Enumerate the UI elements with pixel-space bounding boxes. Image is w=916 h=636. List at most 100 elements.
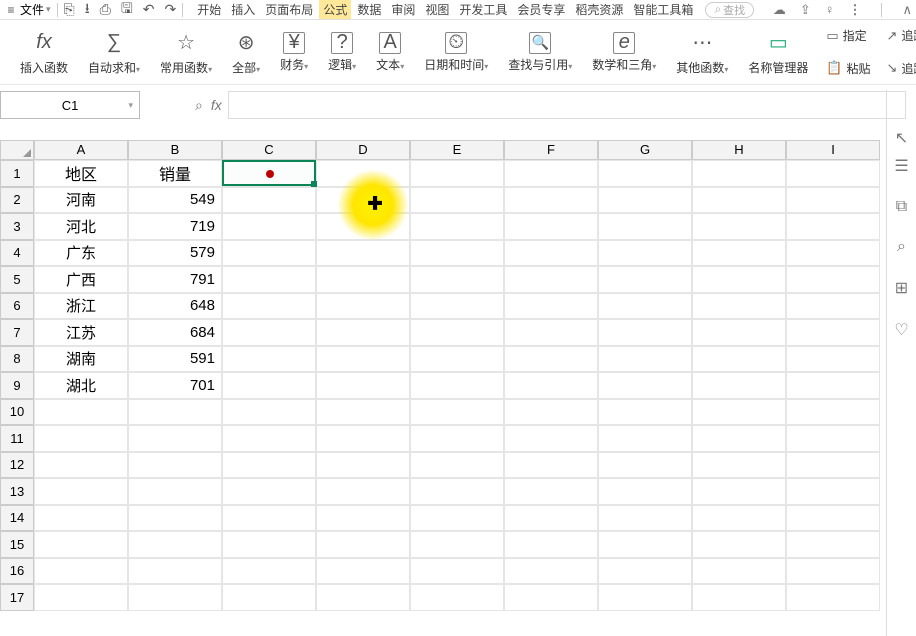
cell[interactable] — [692, 478, 786, 505]
cloud-icon[interactable]: ☁ — [773, 2, 786, 18]
cell[interactable] — [786, 372, 880, 399]
column-header[interactable]: I — [786, 140, 880, 160]
cell[interactable] — [222, 531, 316, 558]
cell[interactable] — [222, 505, 316, 532]
cell[interactable] — [692, 266, 786, 293]
specify-button[interactable]: ▭指定 — [826, 23, 870, 50]
row-header[interactable]: 11 — [0, 425, 34, 452]
cell[interactable] — [128, 478, 222, 505]
cell[interactable] — [786, 505, 880, 532]
cell[interactable] — [504, 478, 598, 505]
row-header[interactable]: 14 — [0, 505, 34, 532]
cell[interactable] — [786, 346, 880, 373]
panel-grid-icon[interactable]: ⊞ — [895, 278, 908, 298]
cell[interactable] — [786, 319, 880, 346]
redo-icon[interactable]: ↷ — [165, 1, 177, 18]
ribbon-tab[interactable]: 视图 — [421, 0, 453, 19]
cell[interactable] — [222, 452, 316, 479]
more-icon[interactable]: ⋮ — [848, 2, 861, 18]
cell[interactable] — [504, 531, 598, 558]
autosum-button[interactable]: ∑ 自动求和▾ — [78, 29, 150, 76]
name-box[interactable]: C1 — [0, 91, 140, 119]
ribbon-tab[interactable]: 数据 — [353, 0, 385, 19]
cell[interactable]: 549 — [128, 187, 222, 214]
cell[interactable]: 湖北 — [34, 372, 128, 399]
insert-function-button[interactable]: fx 插入函数 — [10, 29, 78, 76]
cell[interactable] — [692, 505, 786, 532]
cell[interactable] — [316, 505, 410, 532]
cell[interactable] — [786, 558, 880, 585]
cell[interactable] — [504, 213, 598, 240]
cell[interactable] — [34, 505, 128, 532]
fx-icon[interactable]: fx — [211, 97, 222, 113]
row-header[interactable]: 1 — [0, 160, 34, 187]
cell[interactable] — [410, 558, 504, 585]
ribbon-tab[interactable]: 智能工具箱 — [629, 0, 697, 19]
cell[interactable] — [786, 452, 880, 479]
cell[interactable] — [316, 160, 410, 187]
cell[interactable] — [598, 531, 692, 558]
cell[interactable] — [692, 584, 786, 611]
cell[interactable] — [410, 399, 504, 426]
cell[interactable] — [222, 266, 316, 293]
cell[interactable] — [222, 584, 316, 611]
panel-menu-icon[interactable]: ☰ — [894, 156, 908, 176]
cell[interactable] — [692, 372, 786, 399]
cell[interactable] — [316, 531, 410, 558]
cell[interactable] — [504, 399, 598, 426]
search-input[interactable]: 查找 — [705, 2, 754, 18]
cell[interactable] — [598, 452, 692, 479]
cell[interactable]: 579 — [128, 240, 222, 267]
row-header[interactable]: 5 — [0, 266, 34, 293]
row-header[interactable]: 15 — [0, 531, 34, 558]
cell[interactable] — [598, 160, 692, 187]
ribbon-tab[interactable]: 插入 — [227, 0, 259, 19]
cell[interactable] — [692, 399, 786, 426]
cell[interactable]: 广西 — [34, 266, 128, 293]
cell[interactable] — [34, 478, 128, 505]
cell[interactable] — [598, 425, 692, 452]
cell[interactable] — [598, 558, 692, 585]
row-header[interactable]: 9 — [0, 372, 34, 399]
column-header[interactable]: F — [504, 140, 598, 160]
file-menu-dropdown-icon[interactable]: ▾ — [46, 4, 51, 15]
cell[interactable]: 河南 — [34, 187, 128, 214]
row-header[interactable]: 10 — [0, 399, 34, 426]
cell[interactable] — [786, 266, 880, 293]
cell[interactable] — [786, 240, 880, 267]
cell[interactable] — [128, 584, 222, 611]
cell[interactable] — [316, 346, 410, 373]
row-header[interactable]: 16 — [0, 558, 34, 585]
cell[interactable] — [316, 293, 410, 320]
text-functions-button[interactable]: A 文本▾ — [366, 32, 414, 73]
cell[interactable] — [598, 478, 692, 505]
cell[interactable] — [598, 240, 692, 267]
cell[interactable] — [504, 425, 598, 452]
cell[interactable] — [598, 505, 692, 532]
cell[interactable] — [786, 187, 880, 214]
undo-icon[interactable]: ↶ — [143, 1, 155, 18]
row-header[interactable]: 8 — [0, 346, 34, 373]
cell[interactable] — [128, 399, 222, 426]
cell[interactable] — [410, 240, 504, 267]
cell[interactable] — [410, 346, 504, 373]
cell[interactable] — [598, 372, 692, 399]
cell[interactable]: 销量 — [128, 160, 222, 187]
cell[interactable] — [222, 319, 316, 346]
row-header[interactable]: 7 — [0, 319, 34, 346]
print-icon[interactable]: ⎙ — [100, 1, 111, 18]
cell[interactable] — [598, 266, 692, 293]
cell[interactable]: 719 — [128, 213, 222, 240]
cell[interactable] — [410, 531, 504, 558]
cell[interactable] — [222, 558, 316, 585]
lookup-functions-button[interactable]: 🔍 查找与引用▾ — [498, 32, 582, 73]
cell[interactable] — [222, 346, 316, 373]
formula-input[interactable] — [228, 91, 906, 119]
all-functions-button[interactable]: ⊛ 全部▾ — [222, 29, 270, 76]
ribbon-tab[interactable]: 页面布局 — [261, 0, 317, 19]
cell[interactable] — [128, 531, 222, 558]
logic-functions-button[interactable]: ? 逻辑▾ — [318, 32, 366, 73]
cell[interactable] — [410, 372, 504, 399]
cell[interactable] — [410, 425, 504, 452]
cell[interactable] — [222, 478, 316, 505]
